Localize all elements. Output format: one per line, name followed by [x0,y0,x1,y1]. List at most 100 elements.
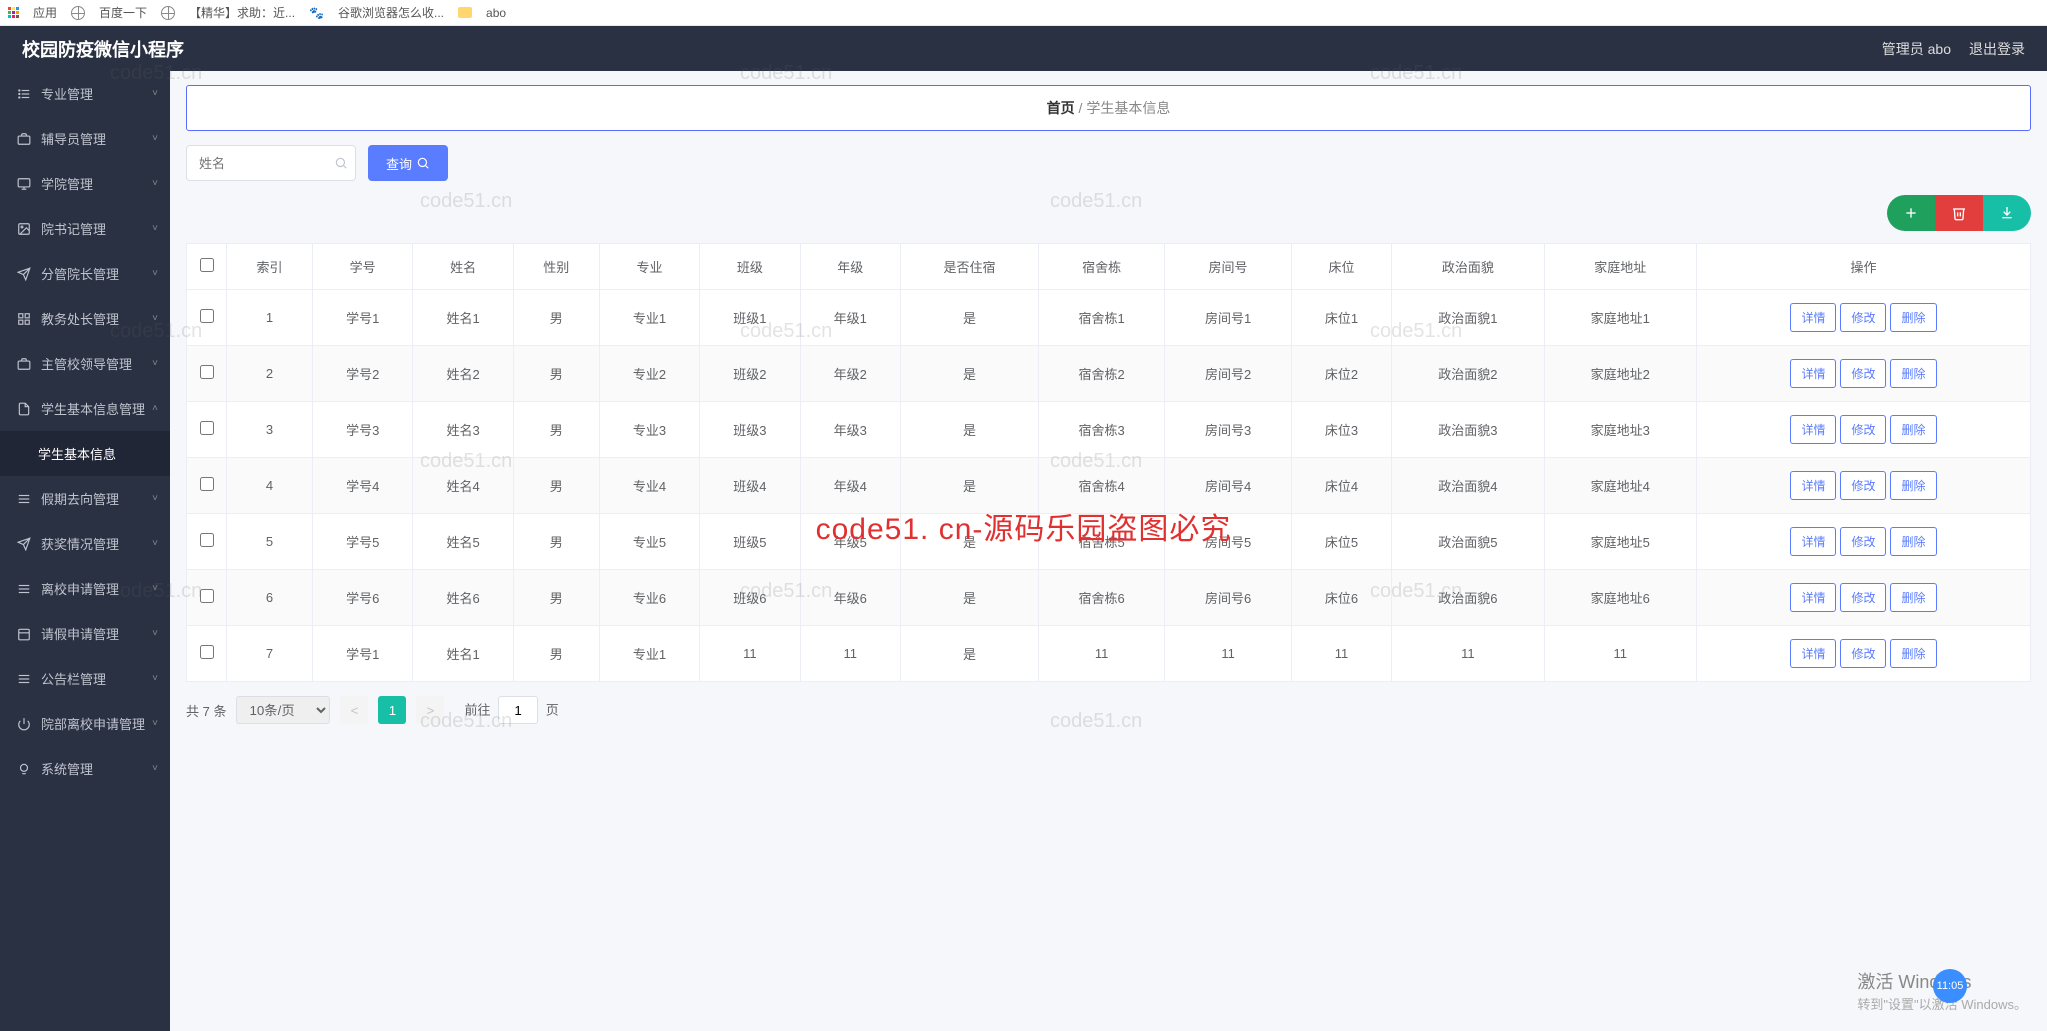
lines-icon [16,491,32,507]
next-page-button[interactable]: > [416,696,444,724]
bookmark-abo[interactable]: abo [486,6,506,20]
select-all-checkbox[interactable] [200,258,214,272]
detail-button[interactable]: 详情 [1790,583,1836,612]
cell-major: 专业6 [599,570,699,626]
row-checkbox[interactable] [200,365,214,379]
sidebar-item[interactable]: 学生基本信息管理˄ [0,386,170,431]
sidebar-item[interactable]: 主管校领导管理˅ [0,341,170,386]
cell-no: 学号6 [312,570,412,626]
bookmark-baidu[interactable]: 百度一下 [99,4,147,21]
detail-button[interactable]: 详情 [1790,639,1836,668]
delete-button[interactable]: 删除 [1890,639,1936,668]
detail-button[interactable]: 详情 [1790,527,1836,556]
delete-button[interactable]: 删除 [1890,471,1936,500]
edit-button[interactable]: 修改 [1840,527,1886,556]
page-size-select[interactable]: 10条/页 [236,696,330,724]
delete-button[interactable]: 删除 [1890,303,1936,332]
edit-button[interactable]: 修改 [1840,359,1886,388]
cell-sex: 男 [513,626,599,682]
delete-button[interactable]: 删除 [1890,415,1936,444]
sidebar-item[interactable]: 院部离校申请管理˅ [0,701,170,746]
cell-sex: 男 [513,570,599,626]
breadcrumb-current: 学生基本信息 [1086,100,1170,116]
sidebar-subitem[interactable]: 学生基本信息 [0,431,170,476]
detail-button[interactable]: 详情 [1790,303,1836,332]
table-header: 床位 [1291,244,1391,290]
cell-pol: 政治面貌2 [1392,346,1544,402]
sidebar-item-label: 院部离校申请管理 [41,714,145,733]
power-icon [16,716,32,732]
cell-room: 房间号4 [1165,458,1291,514]
goto-input[interactable] [498,696,538,724]
sidebar-item[interactable]: 学院管理˅ [0,161,170,206]
search-input[interactable] [186,145,356,181]
sidebar-subitem-label: 学生基本信息 [38,444,116,463]
chevron-down-icon: ˅ [152,583,158,594]
edit-button[interactable]: 修改 [1840,415,1886,444]
sidebar-item[interactable]: 假期去向管理˅ [0,476,170,521]
delete-button[interactable]: 删除 [1890,359,1936,388]
cell-dorm: 是 [901,290,1039,346]
cell-pol: 11 [1392,626,1544,682]
cell-name: 姓名4 [413,458,513,514]
action-toolbar [186,195,2031,231]
cell-class: 11 [700,626,800,682]
search-button[interactable]: 查询 [368,145,448,181]
sidebar-item[interactable]: 院书记管理˅ [0,206,170,251]
edit-button[interactable]: 修改 [1840,471,1886,500]
monitor-icon [16,176,32,192]
breadcrumb-home[interactable]: 首页 [1047,100,1075,116]
apps-grid-icon[interactable] [8,7,19,18]
header-user[interactable]: 管理员 abo [1882,39,1951,59]
table-row: 3学号3姓名3男专业3班级3年级3是宿舍栋3房间号3床位3政治面貌3家庭地址3详… [187,402,2031,458]
cell-bed: 床位4 [1291,458,1391,514]
cell-no: 学号1 [312,290,412,346]
page-1-button[interactable]: 1 [378,696,406,724]
logout-link[interactable]: 退出登录 [1969,39,2025,59]
cell-major: 专业5 [599,514,699,570]
delete-button[interactable]: 删除 [1890,527,1936,556]
bookmark-chrome[interactable]: 谷歌浏览器怎么收... [338,4,444,21]
paw-icon: 🐾 [309,6,324,20]
row-checkbox[interactable] [200,589,214,603]
delete-button[interactable]: 删除 [1890,583,1936,612]
bookmark-jinghua[interactable]: 【精华】求助：近... [189,4,295,21]
row-checkbox[interactable] [200,477,214,491]
edit-button[interactable]: 修改 [1840,303,1886,332]
detail-button[interactable]: 详情 [1790,415,1836,444]
breadcrumb-sep: / [1079,100,1083,116]
prev-page-button[interactable]: < [340,696,368,724]
edit-button[interactable]: 修改 [1840,639,1886,668]
detail-button[interactable]: 详情 [1790,359,1836,388]
cell-pol: 政治面貌3 [1392,402,1544,458]
search-suffix-icon[interactable] [334,156,348,170]
row-checkbox[interactable] [200,421,214,435]
sidebar-item[interactable]: 辅导员管理˅ [0,116,170,161]
row-checkbox[interactable] [200,645,214,659]
cell-idx: 1 [227,290,313,346]
sidebar-item[interactable]: 系统管理˅ [0,746,170,791]
sidebar-item[interactable]: 获奖情况管理˅ [0,521,170,566]
delete-bulk-button[interactable] [1935,195,1983,231]
sidebar-item[interactable]: 请假申请管理˅ [0,611,170,656]
sidebar-item[interactable]: 离校申请管理˅ [0,566,170,611]
detail-button[interactable]: 详情 [1790,471,1836,500]
cell-major: 专业3 [599,402,699,458]
sidebar-item[interactable]: 公告栏管理˅ [0,656,170,701]
sidebar-item-label: 获奖情况管理 [41,534,119,553]
add-button[interactable] [1887,195,1935,231]
edit-button[interactable]: 修改 [1840,583,1886,612]
apps-label[interactable]: 应用 [33,4,57,21]
folder-icon [458,7,472,18]
cell-ops: 详情修改删除 [1696,402,2030,458]
cell-class: 班级3 [700,402,800,458]
chevron-down-icon: ˅ [152,493,158,504]
bulb-icon [16,761,32,777]
row-checkbox[interactable] [200,533,214,547]
sidebar-item[interactable]: 教务处长管理˅ [0,296,170,341]
row-checkbox[interactable] [200,309,214,323]
sidebar-item[interactable]: 专业管理˅ [0,71,170,116]
sidebar-item[interactable]: 分管院长管理˅ [0,251,170,296]
download-button[interactable] [1983,195,2031,231]
briefcase-icon [16,356,32,372]
